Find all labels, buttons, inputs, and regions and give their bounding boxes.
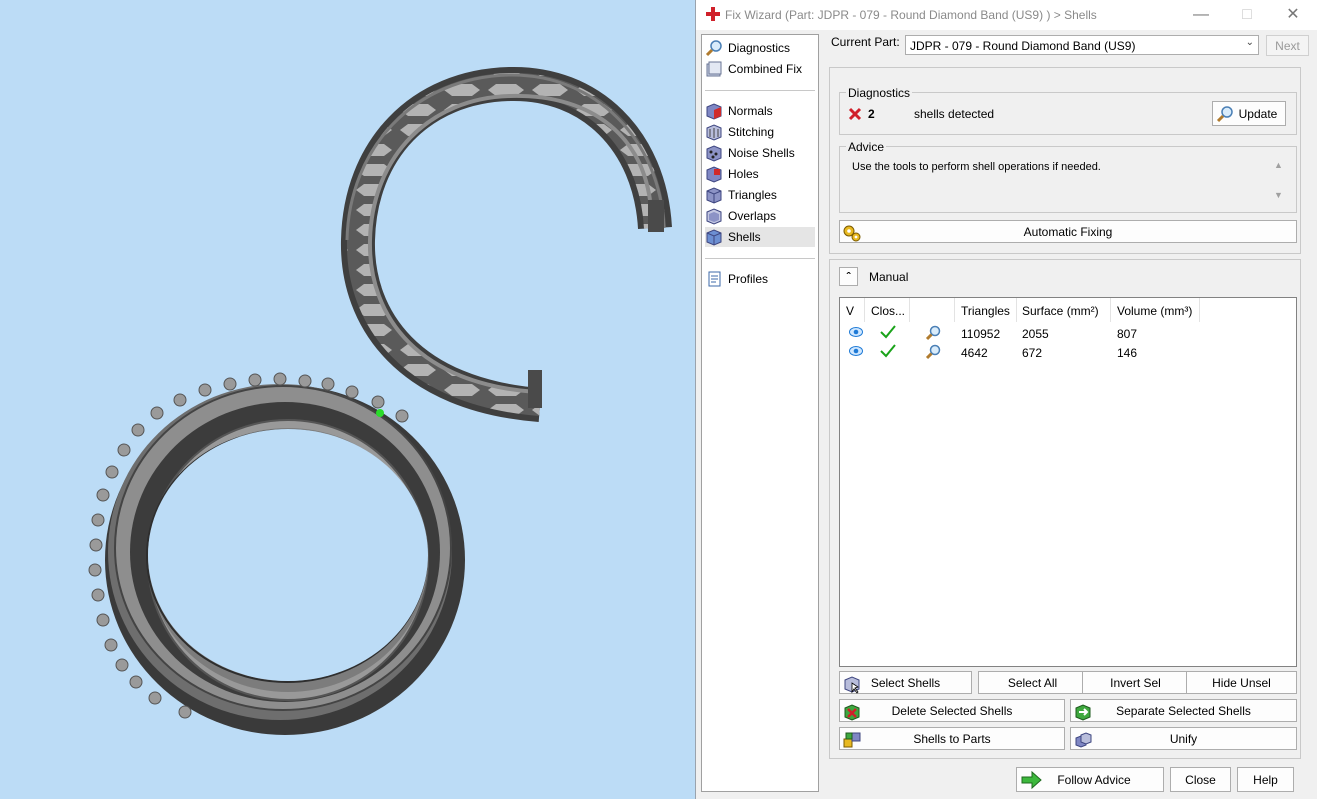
triangles-icon xyxy=(706,187,722,204)
nav-item-combined-fix[interactable]: Combined Fix xyxy=(705,59,815,79)
update-button[interactable]: Update xyxy=(1212,101,1286,126)
current-part-value: JDPR - 079 - Round Diamond Band (US9) xyxy=(910,39,1136,53)
advice-group xyxy=(839,146,1297,213)
wizard-navigation: Diagnostics Combined Fix Normals Stitchi… xyxy=(701,34,819,792)
shells-to-parts-button[interactable]: Shells to Parts xyxy=(839,727,1065,750)
magnifier-icon[interactable] xyxy=(924,324,942,342)
table-row[interactable]: 4642 672 146 xyxy=(840,343,1296,362)
noise-shells-icon xyxy=(706,145,722,162)
maximize-icon[interactable]: □ xyxy=(1224,0,1270,30)
holes-icon xyxy=(706,166,722,183)
close-button[interactable]: Close xyxy=(1170,767,1231,792)
delete-shells-icon xyxy=(844,704,860,721)
closed-ring-shell xyxy=(88,372,465,735)
automatic-fixing-button[interactable]: Automatic Fixing xyxy=(839,220,1297,243)
column-header-volume[interactable]: Volume (mm³) xyxy=(1111,298,1200,322)
select-shells-icon xyxy=(844,676,860,694)
normals-icon xyxy=(706,103,722,120)
nav-item-shells[interactable]: Shells xyxy=(705,227,815,247)
column-header-closed[interactable]: Clos... xyxy=(865,298,910,322)
column-header-surface[interactable]: Surface (mm²) xyxy=(1016,298,1111,322)
nav-item-diagnostics[interactable]: Diagnostics xyxy=(705,38,815,58)
follow-advice-button[interactable]: Follow Advice xyxy=(1016,767,1164,792)
unify-button[interactable]: Unify xyxy=(1070,727,1297,750)
hide-unsel-button[interactable]: Hide Unsel xyxy=(1186,671,1297,694)
triangles-value: 110952 xyxy=(961,327,1001,341)
shells-list[interactable]: V Clos... Triangles Surface (mm²) Volume… xyxy=(839,297,1297,667)
volume-value: 146 xyxy=(1117,346,1138,360)
nav-separator xyxy=(705,258,815,259)
invert-sel-button[interactable]: Invert Sel xyxy=(1082,671,1189,694)
shells-icon xyxy=(706,229,722,246)
next-button[interactable]: Next xyxy=(1266,35,1309,56)
triangles-value: 4642 xyxy=(961,346,988,360)
check-icon xyxy=(880,325,896,339)
nav-separator xyxy=(705,90,815,91)
window-title: Fix Wizard (Part: JDPR - 079 - Round Dia… xyxy=(725,8,1097,22)
check-icon xyxy=(880,344,896,358)
combined-fix-icon xyxy=(706,61,722,77)
surface-value: 2055 xyxy=(1022,327,1049,341)
column-header-inspect[interactable] xyxy=(910,298,955,322)
collapse-manual-button[interactable]: ˆ xyxy=(839,267,858,286)
profiles-icon xyxy=(708,271,721,287)
overlaps-icon xyxy=(706,208,722,225)
help-button[interactable]: Help xyxy=(1237,767,1294,792)
ring-model-render xyxy=(88,66,672,735)
column-header-visible[interactable]: V xyxy=(840,298,865,322)
magnifier-icon xyxy=(1216,106,1233,123)
scroll-down-icon[interactable]: ▼ xyxy=(1274,190,1283,200)
diagnostics-icon xyxy=(705,40,722,57)
nav-item-noise-shells[interactable]: Noise Shells xyxy=(705,143,815,163)
advice-title: Advice xyxy=(846,140,887,154)
manual-label: Manual xyxy=(869,270,909,284)
nav-item-triangles[interactable]: Triangles xyxy=(705,185,815,205)
unify-icon xyxy=(1075,732,1092,748)
title-bar[interactable]: Fix Wizard (Part: JDPR - 079 - Round Dia… xyxy=(696,0,1317,30)
separate-shells-icon xyxy=(1075,704,1091,721)
nav-item-normals[interactable]: Normals xyxy=(705,101,815,121)
nav-item-stitching[interactable]: Stitching xyxy=(705,122,815,142)
3d-viewport[interactable] xyxy=(0,0,696,799)
surface-value: 672 xyxy=(1022,346,1043,360)
eye-icon[interactable] xyxy=(849,345,863,357)
separate-selected-shells-button[interactable]: Separate Selected Shells xyxy=(1070,699,1297,722)
close-icon[interactable]: ✕ xyxy=(1270,0,1316,30)
volume-value: 807 xyxy=(1117,327,1138,341)
magnifier-icon[interactable] xyxy=(924,343,942,361)
arrow-right-icon xyxy=(1021,770,1042,790)
current-part-select[interactable]: JDPR - 079 - Round Diamond Band (US9) ⌄ xyxy=(905,35,1259,55)
nav-item-overlaps[interactable]: Overlaps xyxy=(705,206,815,226)
advice-text: Use the tools to perform shell operation… xyxy=(852,161,1101,173)
error-x-icon xyxy=(848,107,862,121)
select-shells-button[interactable]: Select Shells xyxy=(839,671,972,694)
red-cross-icon xyxy=(706,7,720,21)
nav-item-profiles[interactable]: Profiles xyxy=(705,269,815,289)
column-header-triangles[interactable]: Triangles xyxy=(955,298,1017,322)
shell-count: 2 xyxy=(868,107,875,121)
diagnostics-title: Diagnostics xyxy=(846,86,913,100)
open-ring-shell xyxy=(340,66,672,422)
select-all-button[interactable]: Select All xyxy=(978,671,1087,694)
chevron-up-icon: ˆ xyxy=(846,269,851,284)
chevron-down-icon: ⌄ xyxy=(1245,37,1254,48)
table-row[interactable]: 110952 2055 807 xyxy=(840,324,1296,343)
nav-item-holes[interactable]: Holes xyxy=(705,164,815,184)
fix-wizard-dialog: Fix Wizard (Part: JDPR - 079 - Round Dia… xyxy=(695,0,1317,799)
eye-icon[interactable] xyxy=(849,326,863,338)
delete-selected-shells-button[interactable]: Delete Selected Shells xyxy=(839,699,1065,722)
gears-icon xyxy=(843,225,861,242)
advice-scrollbar[interactable]: ▲ ▼ xyxy=(1269,158,1287,208)
stitching-icon xyxy=(706,124,722,141)
scroll-up-icon[interactable]: ▲ xyxy=(1274,160,1283,170)
shells-to-parts-icon xyxy=(843,732,861,748)
minimize-icon[interactable]: — xyxy=(1178,0,1224,30)
diagnostics-status: shells detected xyxy=(914,107,995,121)
current-part-label: Current Part: xyxy=(831,35,900,49)
